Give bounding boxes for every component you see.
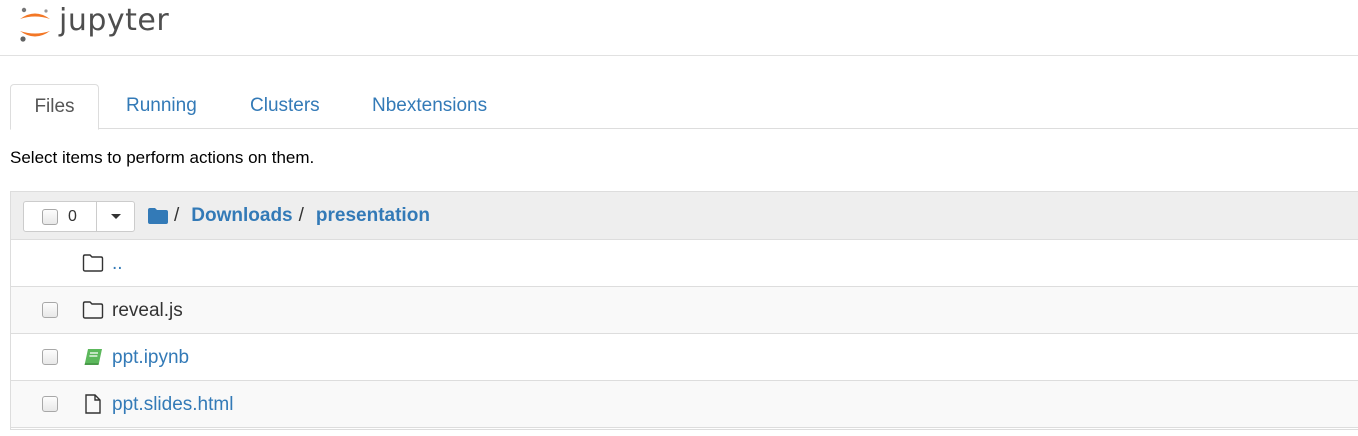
breadcrumb: / Downloads / presentation — [148, 192, 430, 240]
breadcrumb-separator: / — [298, 205, 304, 226]
select-all-button[interactable]: 0 — [24, 202, 97, 231]
list-item-reveal-js[interactable]: reveal.js — [11, 287, 1358, 334]
tab-nbextensions[interactable]: Nbextensions — [372, 84, 487, 129]
notebook-icon — [84, 349, 102, 365]
breadcrumb-separator: / — [174, 205, 180, 226]
tab-bar: Files Running Clusters Nbextensions — [10, 84, 1358, 130]
select-all-checkbox[interactable] — [42, 208, 58, 225]
file-icon — [85, 394, 101, 414]
breadcrumb-presentation[interactable]: presentation — [316, 205, 430, 227]
tab-clusters[interactable]: Clusters — [250, 84, 320, 129]
file-list: 0 / Downloads / presentation .. reveal.j… — [10, 191, 1358, 430]
list-item-ppt-ipynb[interactable]: ppt.ipynb — [11, 334, 1358, 381]
logo-text: jupyter — [59, 3, 170, 38]
folder-home-icon[interactable] — [148, 208, 168, 224]
select-dropdown-button[interactable] — [97, 202, 134, 231]
tab-running[interactable]: Running — [126, 84, 197, 129]
list-item-ppt-slides-html[interactable]: ppt.slides.html — [11, 381, 1358, 428]
jupyter-logo[interactable]: jupyter — [15, 2, 169, 46]
selection-hint: Select items to perform actions on them. — [10, 148, 315, 167]
file-list-header: 0 / Downloads / presentation — [11, 192, 1358, 240]
file-name[interactable]: ppt.ipynb — [112, 334, 189, 381]
breadcrumb-downloads[interactable]: Downloads — [191, 205, 292, 227]
folder-icon — [82, 254, 104, 272]
list-item-parent[interactable]: .. — [11, 240, 1358, 287]
tab-files[interactable]: Files — [10, 84, 99, 130]
jupyter-logo-icon — [20, 7, 50, 42]
row-checkbox[interactable] — [42, 302, 58, 318]
file-name[interactable]: .. — [112, 240, 123, 287]
header: jupyter — [0, 0, 1358, 56]
row-checkbox[interactable] — [42, 349, 58, 365]
caret-down-icon — [110, 214, 121, 219]
file-name[interactable]: reveal.js — [112, 287, 183, 334]
file-name[interactable]: ppt.slides.html — [112, 381, 233, 428]
row-checkbox[interactable] — [42, 396, 58, 412]
select-all-control: 0 — [23, 201, 135, 232]
folder-icon — [82, 301, 104, 319]
selected-count: 0 — [68, 207, 77, 225]
